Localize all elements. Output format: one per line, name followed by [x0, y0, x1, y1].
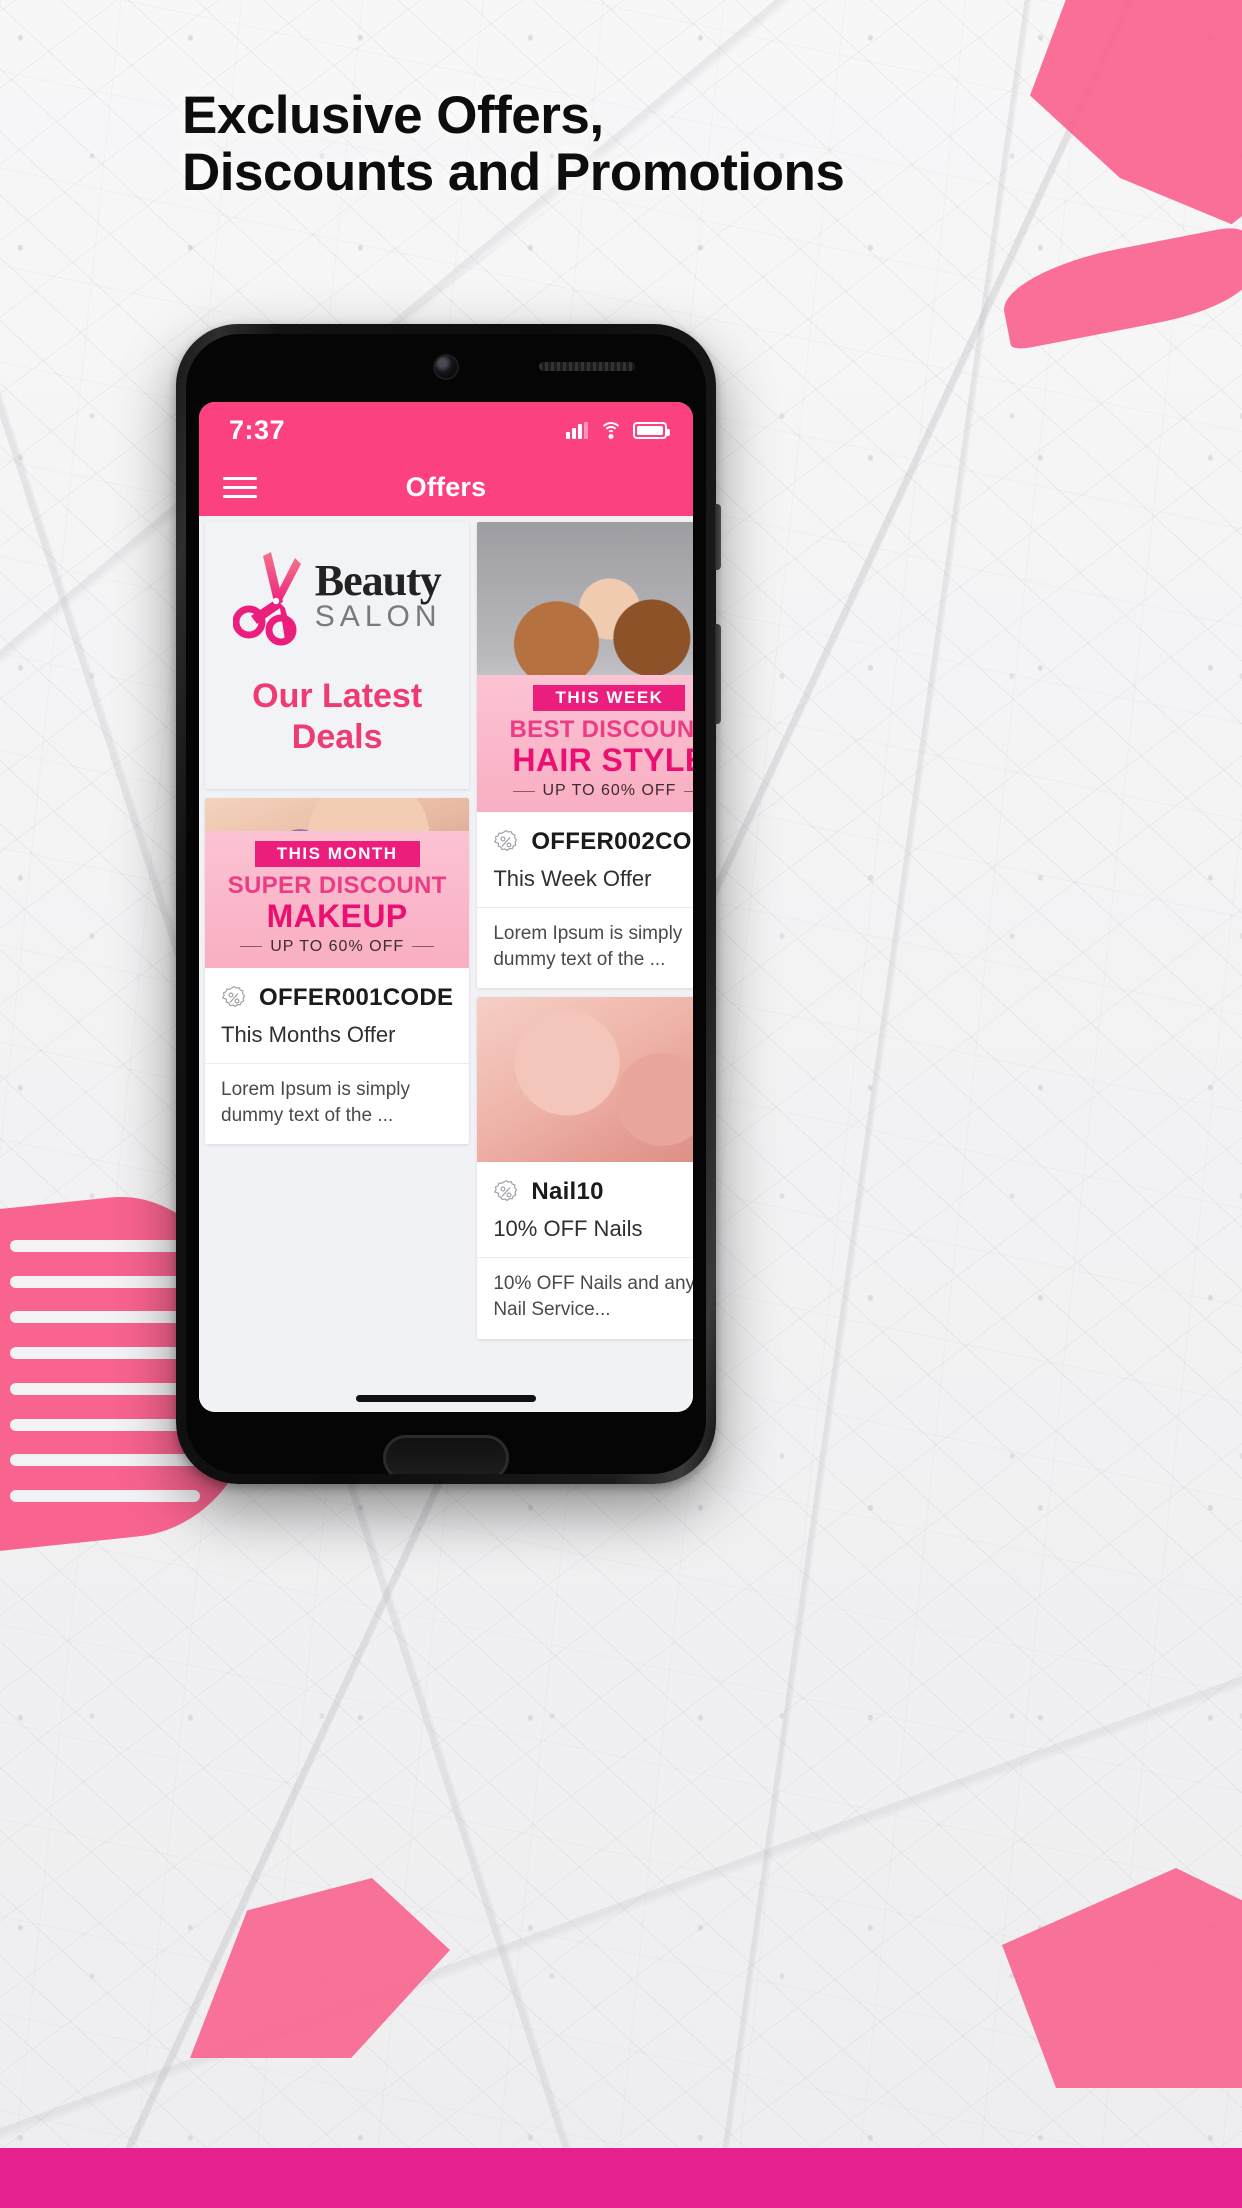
status-bar: 7:37 [199, 402, 693, 458]
hero-title-line-2: Deals [291, 718, 383, 757]
banner-line-2: BEST DISCOUNT [509, 716, 694, 744]
banner-tag: THIS MONTH [254, 841, 420, 868]
banner-line-2: SUPER DISCOUNT [227, 872, 447, 900]
earpiece-speaker [539, 362, 635, 371]
nail-art-photo [477, 997, 693, 1163]
offer-card-makeup[interactable]: THIS MONTH SUPER DISCOUNT MAKEUP UP TO 6… [205, 797, 470, 1145]
scissors-icon [232, 546, 311, 646]
page-headline: Exclusive Offers, Discounts and Promotio… [182, 86, 845, 202]
offer-banner: THIS MONTH SUPER DISCOUNT MAKEUP UP TO 6… [205, 831, 470, 968]
hero-title-line-1: Our Latest [252, 677, 423, 715]
comb-teeth [10, 1240, 200, 1502]
banner-line-4-text: UP TO 60% OFF [270, 937, 405, 955]
page-title: Offers [405, 471, 487, 502]
banner-line-4-text: UP TO 60% OFF [542, 782, 677, 799]
phone-body: 7:37 Offers Beauty SALON Our Latest Deal… [186, 334, 706, 1474]
phone-top-bezel [199, 334, 693, 402]
logo-wordmark: Beauty SALON [314, 556, 442, 633]
phone-bottom-bezel [199, 1412, 693, 1474]
offer-card-nails[interactable]: Nail10 10% OFF Nails 10% OFF Nails and a… [477, 997, 693, 1339]
hamburger-menu-icon[interactable] [223, 476, 257, 498]
headline-line-1: Exclusive Offers, [182, 86, 604, 145]
offer-code-row: Nail10 [477, 1162, 693, 1214]
offer-code-row: OFFER001CODE [205, 968, 469, 1020]
salon-logo: Beauty SALON [215, 546, 459, 646]
offer-banner: THIS WEEK BEST DISCOUNT HAIR STYLE UP TO… [477, 675, 693, 812]
home-indicator[interactable] [356, 1395, 536, 1402]
banner-line-4: UP TO 60% OFF [487, 782, 693, 800]
phone-side-button-upper[interactable] [715, 504, 721, 570]
hair-stylist-photo: THIS WEEK BEST DISCOUNT HAIR STYLE UP TO… [477, 522, 693, 812]
app-bar: Offers [199, 458, 693, 516]
percent-badge-icon [221, 985, 247, 1011]
offers-column-right: THIS WEEK BEST DISCOUNT HAIR STYLE UP TO… [477, 522, 693, 1412]
wifi-icon [599, 421, 622, 439]
phone-mockup: 7:37 Offers Beauty SALON Our Latest Deal… [176, 324, 721, 1484]
hero-title: Our Latest Deals [215, 676, 459, 759]
status-bar-clock: 7:37 [229, 414, 286, 445]
offer-description: 10% OFF Nails and any Nail Service... [493, 1273, 693, 1320]
offer-code: OFFER001CODE [259, 983, 454, 1011]
offer-description: Lorem Ipsum is simply dummy text of the … [221, 1078, 410, 1126]
bottom-magenta-bar [0, 2148, 1242, 2208]
logo-secondary-text: SALON [314, 599, 442, 633]
offer-description: Lorem Ipsum is simply dummy text of the … [493, 923, 683, 970]
offer-code-row: OFFER002CODE [477, 812, 693, 864]
offer-subtitle: This Week Offer [477, 864, 693, 908]
banner-tag: THIS WEEK [533, 685, 686, 712]
headline-line-2: Discounts and Promotions [182, 142, 845, 202]
front-camera-icon [435, 356, 457, 378]
offer-code: OFFER002CODE [531, 828, 693, 855]
battery-icon [633, 421, 670, 439]
offer-card-hair-style[interactable]: THIS WEEK BEST DISCOUNT HAIR STYLE UP TO… [477, 522, 693, 989]
phone-screen: 7:37 Offers Beauty SALON Our Latest Deal… [199, 402, 693, 1412]
phone-side-button-lower[interactable] [715, 624, 721, 724]
status-bar-icons [566, 421, 670, 439]
offer-code: Nail10 [531, 1178, 604, 1206]
banner-line-4: UP TO 60% OFF [215, 938, 459, 956]
offer-subtitle: 10% OFF Nails [477, 1214, 693, 1259]
percent-badge-icon [493, 1179, 519, 1205]
home-button[interactable] [383, 1435, 509, 1474]
latest-deals-hero-card: Beauty SALON Our Latest Deals [205, 522, 470, 789]
offers-column-left: Beauty SALON Our Latest Deals THIS MONTH… [205, 522, 470, 1412]
makeup-model-photo: THIS MONTH SUPER DISCOUNT MAKEUP UP TO 6… [205, 797, 470, 968]
offers-content[interactable]: Beauty SALON Our Latest Deals THIS MONTH… [199, 516, 693, 1412]
logo-primary-text: Beauty [314, 556, 442, 606]
banner-line-3: HAIR STYLE [512, 742, 693, 779]
banner-line-3: MAKEUP [266, 898, 408, 935]
offer-subtitle: This Months Offer [205, 1020, 470, 1064]
percent-badge-icon [493, 829, 519, 855]
signal-icon [566, 421, 588, 439]
